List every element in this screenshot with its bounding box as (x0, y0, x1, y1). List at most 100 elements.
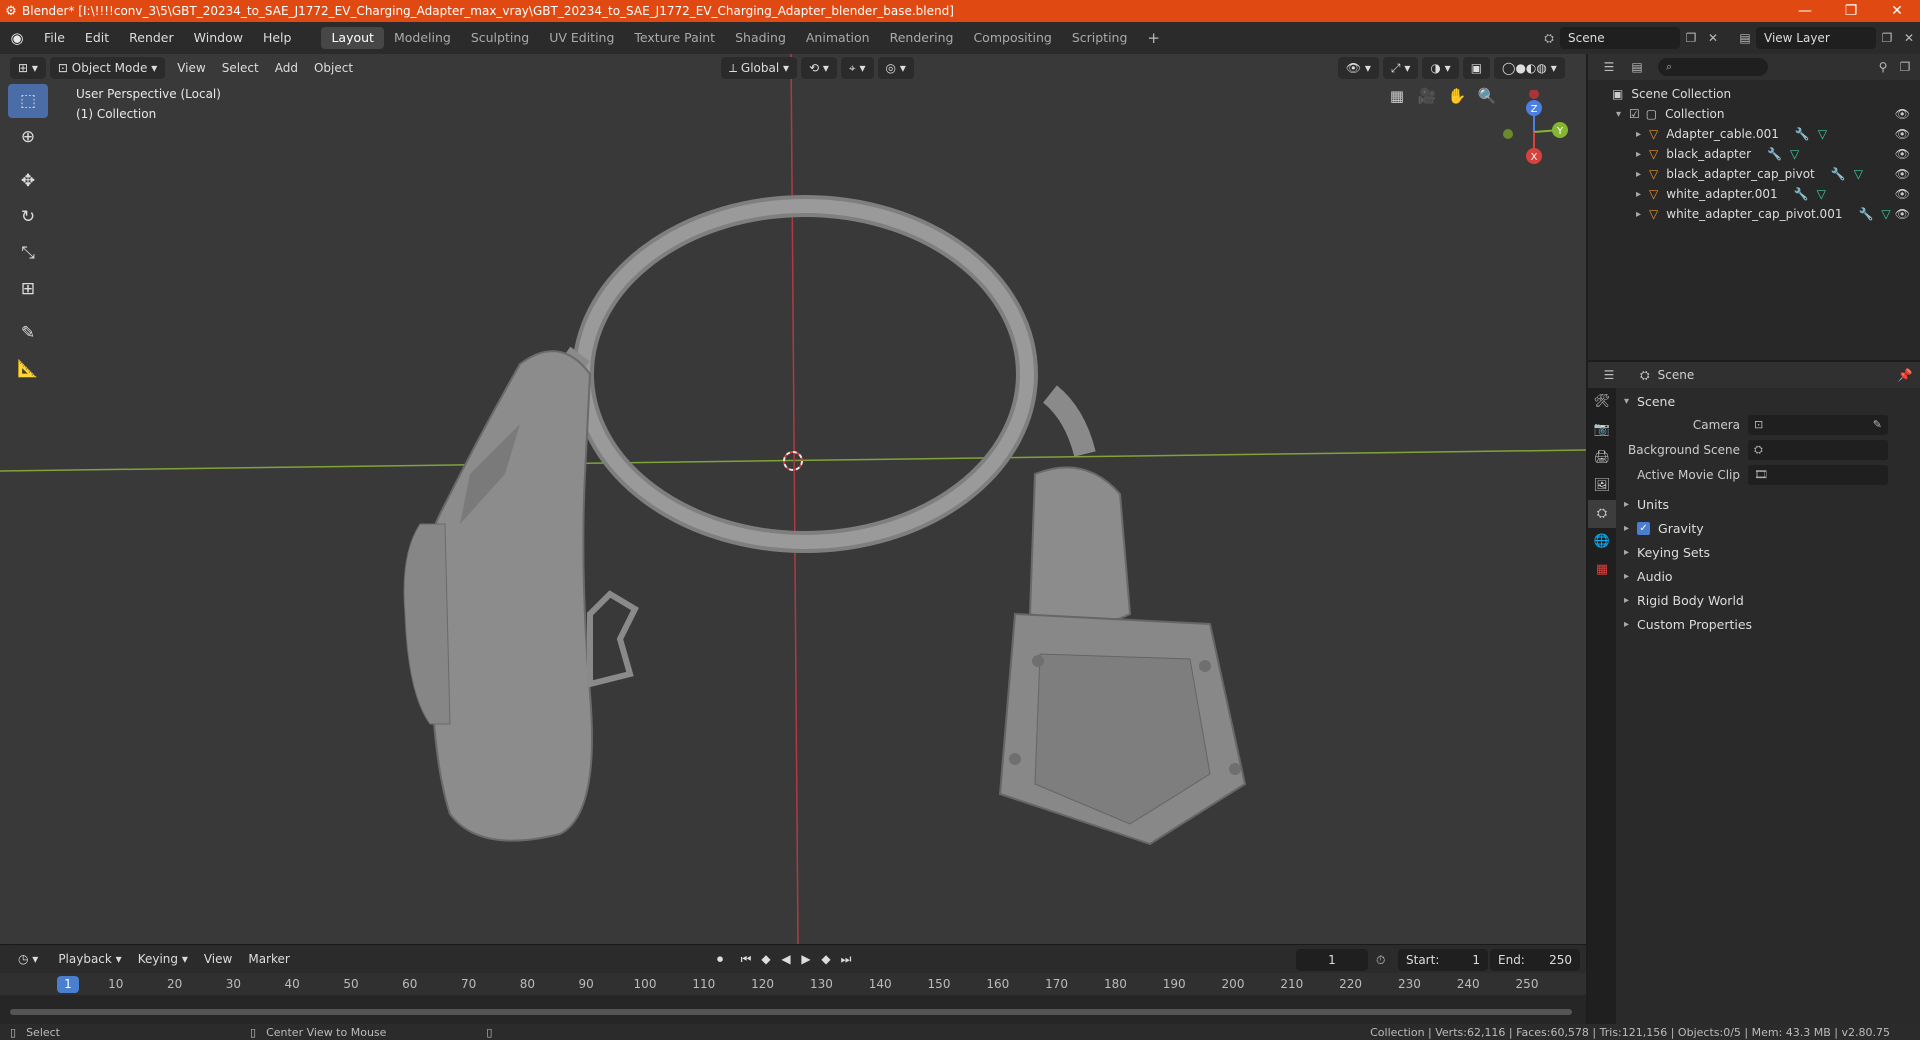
timeline-menu-view[interactable]: View (196, 948, 240, 970)
record-icon[interactable]: ⏺ (710, 949, 730, 969)
editor-type-icon[interactable]: ⊞ ▾ (10, 57, 46, 79)
play-icon[interactable]: ▶ (796, 949, 816, 969)
xray-toggle-icon[interactable]: ▣ (1462, 57, 1491, 79)
tab-compositing[interactable]: Compositing (963, 27, 1061, 49)
transform-tool[interactable]: ⊞ (8, 272, 48, 306)
eye-icon[interactable]: 👁 (1895, 187, 1910, 201)
cursor-tool[interactable]: ⊕ (8, 120, 48, 154)
pan-hand-icon[interactable]: ✋ (1442, 87, 1472, 105)
eye-icon[interactable]: 👁 (1895, 207, 1910, 221)
outliner-object-black-adapter[interactable]: ▸ ▽ black_adapter 🔧 ▽ 👁 (1588, 144, 1920, 164)
measure-tool[interactable]: 📐 (8, 352, 48, 386)
mesh-data-icon[interactable]: ▽ (1818, 127, 1827, 141)
eye-icon[interactable]: 👁 (1895, 167, 1910, 181)
delete-scene-icon[interactable]: ✕ (1702, 27, 1724, 49)
custom-properties-panel[interactable]: ▸ Custom Properties (1618, 613, 1918, 635)
scene-section-header[interactable]: ▾ Scene (1618, 390, 1918, 412)
menu-help[interactable]: Help (253, 22, 302, 54)
mesh-data-icon[interactable]: ▽ (1817, 187, 1826, 201)
navigation-gizmo[interactable]: Z Y X (1500, 90, 1586, 170)
properties-editor-type-icon[interactable]: ☰ (1598, 364, 1620, 386)
mode-selector[interactable]: ⊡ Object Mode ▾ (49, 57, 166, 79)
viewport-menu-object[interactable]: Object (306, 57, 361, 79)
expand-chevron-icon[interactable]: ▾ (1616, 109, 1621, 120)
scene-tab-icon[interactable]: ⛭ (1588, 500, 1616, 528)
tab-modeling[interactable]: Modeling (384, 27, 461, 49)
scale-tool[interactable]: ⤡ (8, 236, 48, 270)
tab-layout[interactable]: Layout (321, 27, 384, 49)
zoom-icon[interactable]: 🔍 (1472, 87, 1502, 105)
snap-icon[interactable]: ⌖ ▾ (840, 57, 874, 79)
outliner-scene-collection[interactable]: ▣ Scene Collection (1588, 84, 1920, 104)
modifier-wrench-icon[interactable]: 🔧 (1858, 207, 1873, 221)
maximize-button[interactable]: ❐ (1828, 0, 1874, 22)
viewport-menu-view[interactable]: View (169, 57, 213, 79)
grid-view-icon[interactable]: ▦ (1382, 87, 1412, 105)
select-box-tool[interactable]: ⬚ (8, 84, 48, 118)
delete-view-layer-icon[interactable]: ✕ (1898, 27, 1920, 49)
menu-render[interactable]: Render (119, 22, 184, 54)
modifier-wrench-icon[interactable]: 🔧 (1831, 167, 1846, 181)
output-tab-icon[interactable]: 🖨 (1588, 444, 1616, 472)
blender-logo-icon[interactable]: ◉ (0, 29, 34, 47)
transform-orientation-selector[interactable]: ⟂ Global ▾ (721, 57, 798, 79)
add-workspace-button[interactable]: + (1137, 27, 1170, 49)
view-layer-icon[interactable]: ▤ (1734, 27, 1756, 49)
timeline-body[interactable] (0, 995, 1586, 1025)
viewport-canvas[interactable] (0, 54, 1586, 944)
menu-file[interactable]: File (34, 22, 75, 54)
checkbox-icon[interactable]: ☑ (1629, 107, 1640, 121)
tab-animation[interactable]: Animation (796, 27, 880, 49)
prev-keyframe-icon[interactable]: ◆ (756, 949, 776, 969)
texture-tab-icon[interactable]: ▦ (1588, 556, 1616, 584)
proportional-edit-icon[interactable]: ◎ ▾ (877, 57, 914, 79)
scene-selector[interactable]: Scene (1560, 27, 1680, 49)
eyedropper-icon[interactable]: ✎ (1873, 415, 1882, 435)
mesh-data-icon[interactable]: ▽ (1881, 207, 1890, 221)
start-frame-field[interactable]: Start: 1 (1398, 949, 1488, 971)
stopwatch-icon[interactable]: ⏱ (1376, 953, 1385, 968)
outliner-object-white-adapter[interactable]: ▸ ▽ white_adapter.001 🔧 ▽ 👁 (1588, 184, 1920, 204)
pin-icon[interactable]: 📌 (1894, 364, 1916, 386)
expand-chevron-icon[interactable]: ▸ (1636, 149, 1641, 160)
modifier-wrench-icon[interactable]: 🔧 (1794, 187, 1809, 201)
world-tab-icon[interactable]: 🌐 (1588, 528, 1616, 556)
new-view-layer-icon[interactable]: ❐ (1876, 27, 1898, 49)
mesh-data-icon[interactable]: ▽ (1854, 167, 1863, 181)
outliner-object-black-adapter-cap-pivot[interactable]: ▸ ▽ black_adapter_cap_pivot 🔧 ▽ 👁 (1588, 164, 1920, 184)
expand-chevron-icon[interactable]: ▸ (1636, 129, 1641, 140)
expand-chevron-icon[interactable]: ▸ (1636, 189, 1641, 200)
modifier-wrench-icon[interactable]: 🔧 (1767, 147, 1782, 161)
scene-icon[interactable]: ⛭ (1538, 27, 1560, 49)
new-collection-icon[interactable]: ❐ (1894, 56, 1916, 78)
outliner-search-input[interactable]: ⌕ (1658, 58, 1768, 76)
play-reverse-icon[interactable]: ◀ (776, 949, 796, 969)
tab-texture-paint[interactable]: Texture Paint (624, 27, 725, 49)
move-tool[interactable]: ✥ (8, 164, 48, 198)
outliner-collection[interactable]: ▾ ☑ ▢ Collection 👁 (1588, 104, 1920, 124)
viewport-menu-add[interactable]: Add (267, 57, 306, 79)
eye-icon[interactable]: 👁 (1895, 107, 1910, 121)
tab-shading[interactable]: Shading (725, 27, 796, 49)
close-button[interactable]: ✕ (1874, 0, 1920, 22)
render-tab-icon[interactable]: 📷 (1588, 416, 1616, 444)
outliner-object-white-adapter-cap-pivot[interactable]: ▸ ▽ white_adapter_cap_pivot.001 🔧 ▽ 👁 (1588, 204, 1920, 224)
expand-chevron-icon[interactable]: ▸ (1636, 209, 1641, 220)
viewport-menu-select[interactable]: Select (214, 57, 267, 79)
rotate-tool[interactable]: ↻ (8, 200, 48, 234)
timeline-editor-type-icon[interactable]: ◷ ▾ (10, 948, 47, 970)
audio-panel[interactable]: ▸ Audio (1618, 565, 1918, 587)
timeline-ruler[interactable]: 1 10 20 30 40 50 60 70 80 90 100 110 120 130 140 150 160… (0, 973, 1586, 995)
outliner-object-adapter-cable[interactable]: ▸ ▽ Adapter_cable.001 🔧 ▽ 👁 (1588, 124, 1920, 144)
current-frame-marker[interactable]: 1 (57, 976, 79, 993)
outliner-editor-type-icon[interactable]: ☰ (1598, 56, 1620, 78)
end-frame-field[interactable]: End: 250 (1490, 949, 1580, 971)
jump-start-icon[interactable]: ⏮ (736, 949, 756, 969)
timeline-scrollbar[interactable] (10, 1009, 1572, 1015)
display-mode-icon[interactable]: ▤ (1626, 56, 1648, 78)
eye-icon[interactable]: 👁 (1895, 127, 1910, 141)
eye-icon[interactable]: 👁 (1895, 147, 1910, 161)
tab-uv-editing[interactable]: UV Editing (539, 27, 624, 49)
pivot-point-icon[interactable]: ⟲ ▾ (801, 57, 837, 79)
view-layer-selector[interactable]: View Layer (1756, 27, 1876, 49)
